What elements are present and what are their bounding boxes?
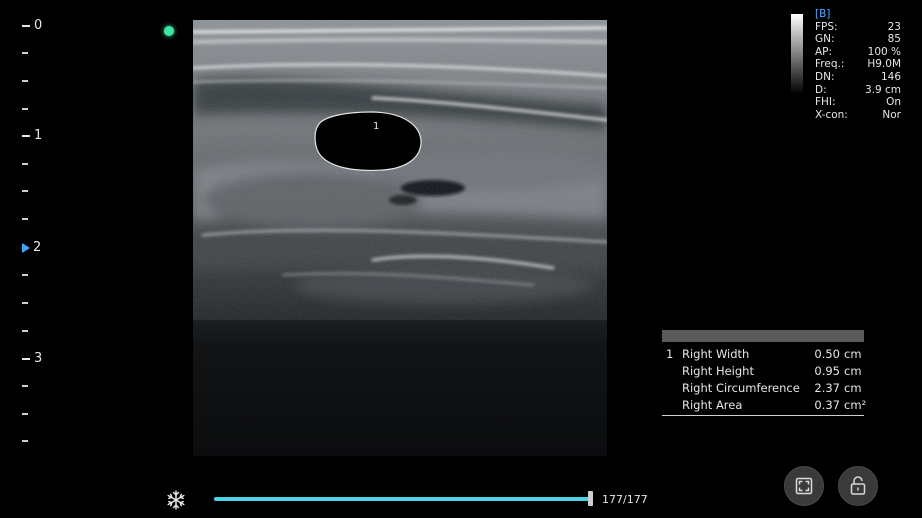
measurement-header-bar	[662, 330, 864, 342]
depth-tick	[22, 385, 28, 387]
unlock-button[interactable]	[838, 466, 878, 506]
depth-tick	[22, 302, 28, 304]
traced-lesion-outline[interactable]	[314, 111, 422, 172]
depth-tick	[22, 163, 28, 165]
measurement-unit: cm	[844, 380, 862, 395]
depth-tick	[22, 108, 28, 110]
measurement-label: Right Width	[682, 346, 750, 361]
grayscale-bar	[791, 14, 803, 94]
param-row: Freq.: H9.0M	[815, 58, 901, 71]
param-row: FHI: On	[815, 96, 901, 109]
measurement-unit: cm	[844, 363, 862, 378]
measurement-table: 1 Right Width 0.50 cm Right Height 0.95 …	[662, 342, 867, 416]
measurement-label: Right Area	[682, 397, 743, 412]
param-label: GN:	[815, 33, 835, 46]
depth-tick	[22, 440, 28, 442]
depth-tick	[22, 274, 28, 276]
focus-depth-label: 2	[33, 240, 42, 255]
measurement-row: Right Height 0.95 cm	[662, 362, 864, 379]
depth-label: 1	[34, 128, 43, 143]
ultrasound-image-svg: 1	[193, 20, 607, 456]
param-value: H9.0M	[867, 58, 901, 71]
measurement-value: 0.50	[814, 346, 840, 361]
depth-tick	[22, 330, 28, 332]
fullscreen-button[interactable]	[784, 466, 824, 506]
measurement-value: 2.37	[814, 380, 840, 395]
param-row: GN: 85	[815, 33, 901, 46]
measurement-row: 1 Right Width 0.50 cm	[662, 345, 864, 362]
focus-triangle-icon	[22, 242, 30, 253]
fullscreen-icon	[795, 477, 813, 495]
parameter-panel: [B] FPS: 23 GN: 85 AP: 100 % Freq.: H9.0M DN…	[815, 8, 901, 121]
param-row: AP: 100 %	[815, 46, 901, 59]
param-value: 146	[880, 70, 901, 83]
param-row: DN: 146	[815, 71, 901, 84]
param-label: FHI:	[815, 96, 836, 109]
cine-progress-bar[interactable]	[214, 497, 592, 501]
depth-tick	[22, 218, 28, 220]
measurement-label: Right Circumference	[682, 380, 800, 395]
param-value: 23	[887, 20, 901, 33]
param-label: X-con:	[815, 108, 848, 121]
measurement-unit: cm	[844, 346, 862, 361]
depth-ruler: 0 1 2 3	[0, 0, 60, 518]
param-label: AP:	[815, 45, 833, 58]
measurement-label: Right Height	[682, 363, 754, 378]
focus-marker[interactable]: 2	[22, 241, 41, 254]
measurement-row: Right Circumference 2.37 cm	[662, 379, 864, 396]
param-label: Freq.:	[815, 58, 845, 71]
param-row: X-con: Nor	[815, 109, 901, 122]
param-row: FPS: 23	[815, 21, 901, 34]
measurement-unit: cm²	[844, 397, 867, 412]
param-label: D:	[815, 83, 827, 96]
snowflake-icon[interactable]	[166, 490, 186, 510]
param-label: DN:	[815, 70, 835, 83]
depth-mark-1: 1	[22, 129, 42, 142]
param-label: FPS:	[815, 20, 838, 33]
measurement-results: 1 Right Width 0.50 cm Right Height 0.95 …	[662, 330, 867, 416]
depth-label: 3	[34, 351, 43, 366]
param-value: Nor	[882, 108, 901, 121]
ultrasound-image[interactable]: 1	[193, 20, 607, 456]
probe-orientation-dot	[164, 26, 174, 36]
measurement-index: 1	[666, 346, 674, 361]
depth-label: 0	[34, 18, 43, 33]
unlock-icon	[850, 476, 866, 495]
measurement-value: 0.37	[814, 397, 840, 412]
measurement-value: 0.95	[814, 363, 840, 378]
depth-mark-0: 0	[22, 19, 42, 32]
cine-scrubber-handle[interactable]	[588, 491, 593, 506]
param-value: 100 %	[867, 45, 901, 58]
lesion-label: 1	[373, 121, 379, 132]
imaging-mode: [B]	[815, 8, 831, 20]
depth-mark-3: 3	[22, 352, 42, 365]
param-value: 3.9 cm	[864, 83, 901, 96]
depth-tick	[22, 190, 28, 192]
measurement-row: Right Area 0.37 cm²	[662, 396, 867, 413]
param-row: D: 3.9 cm	[815, 84, 901, 97]
depth-tick	[22, 52, 28, 54]
cine-frame-counter: 177/177	[602, 493, 648, 506]
depth-tick	[22, 413, 28, 415]
param-value: 85	[887, 33, 901, 46]
depth-tick	[22, 80, 28, 82]
param-value: On	[886, 96, 901, 109]
